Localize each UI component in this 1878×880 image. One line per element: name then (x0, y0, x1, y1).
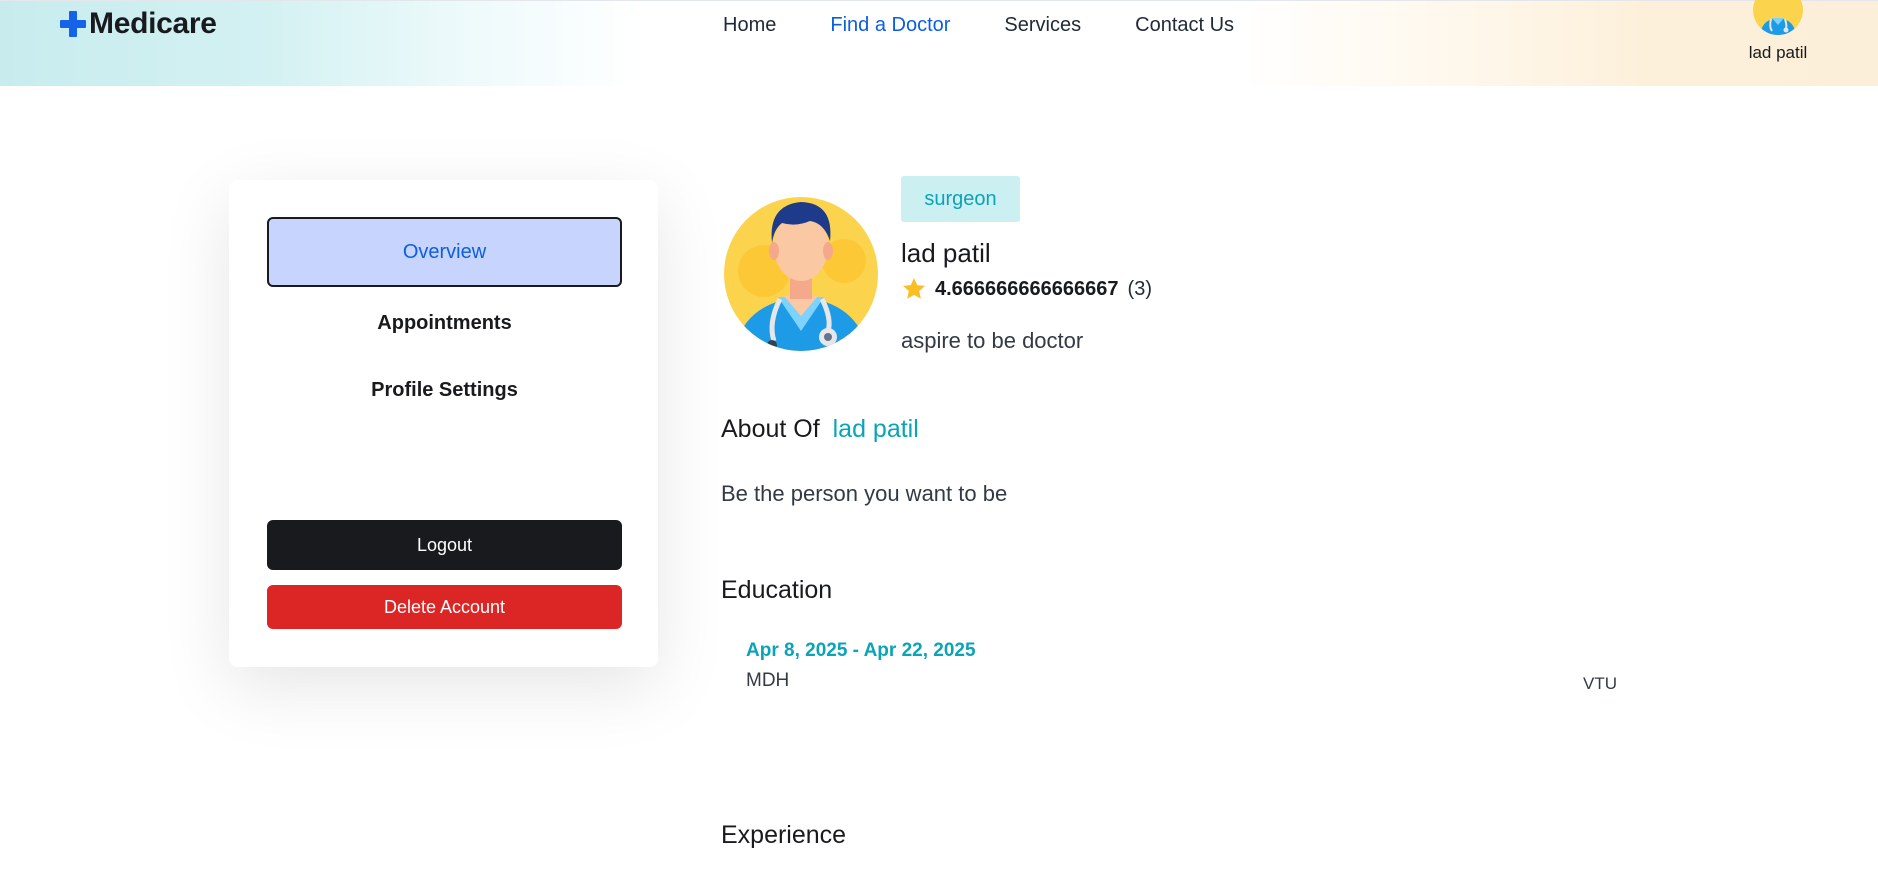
main-nav: Home Find a Doctor Services Contact Us (723, 13, 1288, 37)
specialization-badge: surgeon (901, 176, 1020, 222)
user-avatar[interactable] (1753, 0, 1803, 35)
plus-cross-icon (60, 11, 86, 37)
nav-find-a-doctor[interactable]: Find a Doctor (830, 13, 950, 37)
education-dates: Apr 8, 2025 - Apr 22, 2025 (746, 640, 976, 661)
about-heading-name: lad patil (832, 415, 919, 443)
education-degree: MDH (746, 670, 790, 691)
nav-contact-us[interactable]: Contact Us (1135, 13, 1234, 37)
education-university: VTU (1583, 674, 1617, 693)
delete-account-button[interactable]: Delete Account (267, 585, 622, 629)
doctor-avatar-icon (724, 197, 878, 351)
rating-value: 4.666666666666667 (935, 277, 1119, 300)
user-name: lad patil (1748, 43, 1808, 62)
top-header: Medicare Home Find a Doctor Services Con… (0, 0, 1878, 86)
doctor-avatar (724, 191, 878, 351)
logo[interactable]: Medicare (60, 7, 217, 41)
doctor-avatar-icon (1753, 0, 1803, 35)
tab-overview[interactable]: Overview (267, 217, 622, 287)
tab-profile-settings[interactable]: Profile Settings (267, 373, 622, 407)
nav-services[interactable]: Services (1004, 13, 1081, 37)
logout-button[interactable]: Logout (267, 520, 622, 570)
tab-appointments[interactable]: Appointments (267, 306, 622, 340)
rating-count: (3) (1127, 277, 1152, 300)
education-heading: Education (721, 576, 833, 604)
user-menu[interactable]: lad patil (1738, 0, 1818, 71)
logo-text: Medicare (89, 7, 217, 40)
nav-home[interactable]: Home (723, 13, 776, 37)
about-heading: About Of lad patil (721, 415, 919, 444)
doctor-rating: 4.666666666666667 (3) (901, 276, 1152, 302)
about-heading-prefix: About Of (721, 415, 820, 443)
experience-heading: Experience (721, 821, 847, 849)
star-icon (902, 277, 926, 299)
doctor-name: lad patil (901, 238, 991, 268)
doctor-bio: aspire to be doctor (901, 328, 1084, 353)
dashboard-sidebar: Overview Appointments Profile Settings L… (229, 180, 658, 667)
about-text: Be the person you want to be (721, 481, 1008, 506)
